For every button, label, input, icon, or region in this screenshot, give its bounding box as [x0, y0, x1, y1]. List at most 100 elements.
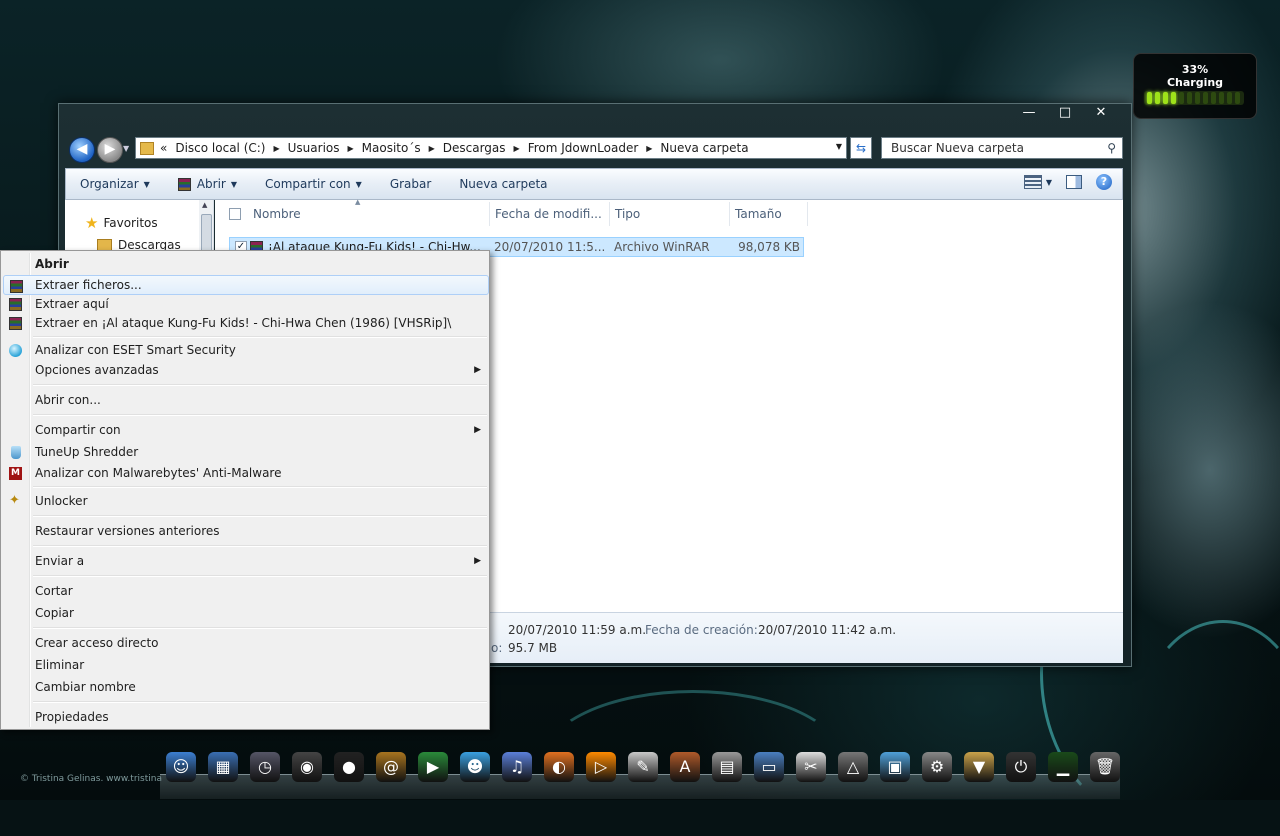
recent-pages-chevron-icon[interactable]: ▼	[123, 144, 129, 153]
search-input[interactable]: Buscar Nueva carpeta ⚲	[881, 137, 1123, 159]
time-machine-icon[interactable]: ◷	[250, 752, 280, 782]
breadcrumb-users[interactable]: Usuarios	[288, 141, 340, 155]
breadcrumb-separator-icon[interactable]: ▶	[348, 144, 354, 153]
menu-item-unlocker[interactable]: ✦ Unlocker	[3, 491, 489, 511]
menu-item-label: Extraer ficheros...	[35, 278, 142, 292]
menu-item-create-shortcut[interactable]: Crear acceso directo	[3, 633, 489, 653]
menu-item-tuneup-shredder[interactable]: TuneUp Shredder	[3, 442, 489, 462]
battery-gadget[interactable]: 33% Charging	[1133, 53, 1257, 119]
help-icon[interactable]: ?	[1096, 174, 1112, 190]
burn-button[interactable]: Grabar	[376, 177, 446, 191]
search-icon[interactable]: ⚲	[1107, 138, 1116, 158]
close-button[interactable]: ✕	[1083, 104, 1119, 124]
share-button[interactable]: Compartir con ▼	[251, 177, 376, 191]
menu-item-label: Enviar a	[35, 554, 85, 568]
chevron-down-icon[interactable]: ▼	[1046, 178, 1052, 187]
power-icon[interactable]: ⏻	[1006, 752, 1036, 782]
menu-item-open-with[interactable]: Abrir con...	[3, 390, 489, 410]
vlc-icon[interactable]: ▷	[586, 752, 616, 782]
view-options-icon[interactable]	[1023, 175, 1042, 189]
breadcrumb-overflow[interactable]: «	[160, 141, 167, 155]
chevron-down-icon: ▼	[230, 179, 238, 189]
column-divider[interactable]	[609, 202, 610, 226]
menu-item-cut[interactable]: Cortar	[3, 581, 489, 601]
documents-folder-icon[interactable]: ▭	[754, 752, 784, 782]
menu-item-share-with[interactable]: Compartir con ▶	[3, 420, 489, 440]
column-name[interactable]: Nombre	[253, 207, 301, 221]
breadcrumb-downloads[interactable]: Descargas	[443, 141, 506, 155]
organize-button[interactable]: Organizar ▼	[66, 177, 164, 191]
menu-item-restore-versions[interactable]: Restaurar versiones anteriores	[3, 521, 489, 541]
battery-segment	[1171, 92, 1176, 104]
command-bar: Organizar ▼ Abrir ▼ Compartir con ▼ Grabar …	[65, 168, 1123, 200]
menu-item-delete[interactable]: Eliminar	[3, 655, 489, 675]
alien-icon[interactable]: ●	[334, 752, 364, 782]
menu-item-rename[interactable]: Cambiar nombre	[3, 677, 489, 697]
downloads-box-icon[interactable]: ▼	[964, 752, 994, 782]
media-play-icon[interactable]: ▶	[418, 752, 448, 782]
magic-wand-icon: ✦	[9, 493, 20, 508]
hanger-icon[interactable]: △	[838, 752, 868, 782]
menu-item-advanced-options[interactable]: Opciones avanzadas ▶	[3, 360, 489, 380]
disk-icon[interactable]: ◉	[292, 752, 322, 782]
nav-favorites[interactable]: ★ Favoritos	[85, 214, 158, 232]
winrar-icon	[177, 177, 191, 191]
calculator-icon[interactable]: ▤	[712, 752, 742, 782]
finder-icon[interactable]: ☺	[166, 752, 196, 782]
dashboard-icon[interactable]: ▦	[208, 752, 238, 782]
refresh-icon[interactable]: ⇆	[850, 137, 872, 159]
column-divider[interactable]	[729, 202, 730, 226]
forward-arrow-icon[interactable]: ▶	[97, 137, 123, 163]
details-size: 95.7 MB	[508, 641, 558, 655]
messenger-icon[interactable]: ☻	[460, 752, 490, 782]
column-divider[interactable]	[489, 202, 490, 226]
details-size-label: o:	[491, 641, 503, 655]
battery-segment	[1155, 92, 1160, 104]
wallpaper-copyright: © Tristina Gelinas. www.tristina	[20, 774, 162, 784]
breadcrumb-disk[interactable]: Disco local (C:)	[175, 141, 265, 155]
preview-pane-icon[interactable]	[1066, 175, 1082, 189]
column-size[interactable]: Tamaño	[735, 207, 782, 221]
menu-item-extract-files[interactable]: Extraer ficheros...	[3, 275, 489, 295]
menu-item-properties[interactable]: Propiedades	[3, 707, 489, 727]
select-all-checkbox[interactable]	[229, 208, 241, 220]
notes-icon[interactable]: ✎	[628, 752, 658, 782]
settings-icon[interactable]: ⚙	[922, 752, 952, 782]
column-divider[interactable]	[807, 202, 808, 226]
column-modified[interactable]: Fecha de modifi...	[495, 207, 602, 221]
minimize-button[interactable]: —	[1011, 104, 1047, 124]
breadcrumb-separator-icon[interactable]: ▶	[273, 144, 279, 153]
activity-monitor-icon[interactable]: ▁	[1048, 752, 1078, 782]
menu-item-copy[interactable]: Copiar	[3, 603, 489, 623]
details-created: 20/07/2010 11:42 a.m.	[758, 623, 897, 637]
breadcrumb-jdownloader[interactable]: From JdownLoader	[528, 141, 639, 155]
address-book-icon[interactable]: @	[376, 752, 406, 782]
address-history-chevron-icon[interactable]: ▼	[836, 142, 842, 151]
nav-pane-scrollbar[interactable]: ▲	[199, 200, 213, 256]
breadcrumb-separator-icon[interactable]: ▶	[514, 144, 520, 153]
breadcrumb-user[interactable]: Maosito´s	[362, 141, 421, 155]
maximize-button[interactable]: □	[1047, 104, 1083, 124]
menu-item-malwarebytes[interactable]: M Analizar con Malwarebytes' Anti-Malwar…	[3, 463, 489, 483]
itunes-icon[interactable]: ♫	[502, 752, 532, 782]
trash-icon[interactable]: 🗑	[1090, 752, 1120, 782]
breadcrumb-new-folder[interactable]: Nueva carpeta	[660, 141, 748, 155]
applications-icon[interactable]: A	[670, 752, 700, 782]
battery-segment	[1179, 92, 1184, 104]
network-icon[interactable]: ▣	[880, 752, 910, 782]
firefox-icon[interactable]: ◐	[544, 752, 574, 782]
address-bar[interactable]: « Disco local (C:) ▶ Usuarios ▶ Maosito´…	[135, 137, 847, 159]
menu-item-open[interactable]: Abrir	[3, 254, 489, 274]
column-type[interactable]: Tipo	[615, 207, 640, 221]
scroll-up-icon[interactable]: ▲	[202, 201, 207, 209]
breadcrumb-separator-icon[interactable]: ▶	[646, 144, 652, 153]
new-folder-button[interactable]: Nueva carpeta	[445, 177, 561, 191]
tools-icon[interactable]: ✂	[796, 752, 826, 782]
menu-item-extract-here[interactable]: Extraer aquí	[3, 294, 489, 314]
menu-item-send-to[interactable]: Enviar a ▶	[3, 551, 489, 571]
menu-item-eset-scan[interactable]: Analizar con ESET Smart Security	[3, 340, 489, 360]
open-button[interactable]: Abrir ▼	[164, 177, 251, 191]
back-arrow-icon[interactable]: ◀	[69, 137, 95, 163]
menu-item-extract-to[interactable]: Extraer en ¡Al ataque Kung-Fu Kids! - Ch…	[3, 313, 489, 333]
breadcrumb-separator-icon[interactable]: ▶	[429, 144, 435, 153]
